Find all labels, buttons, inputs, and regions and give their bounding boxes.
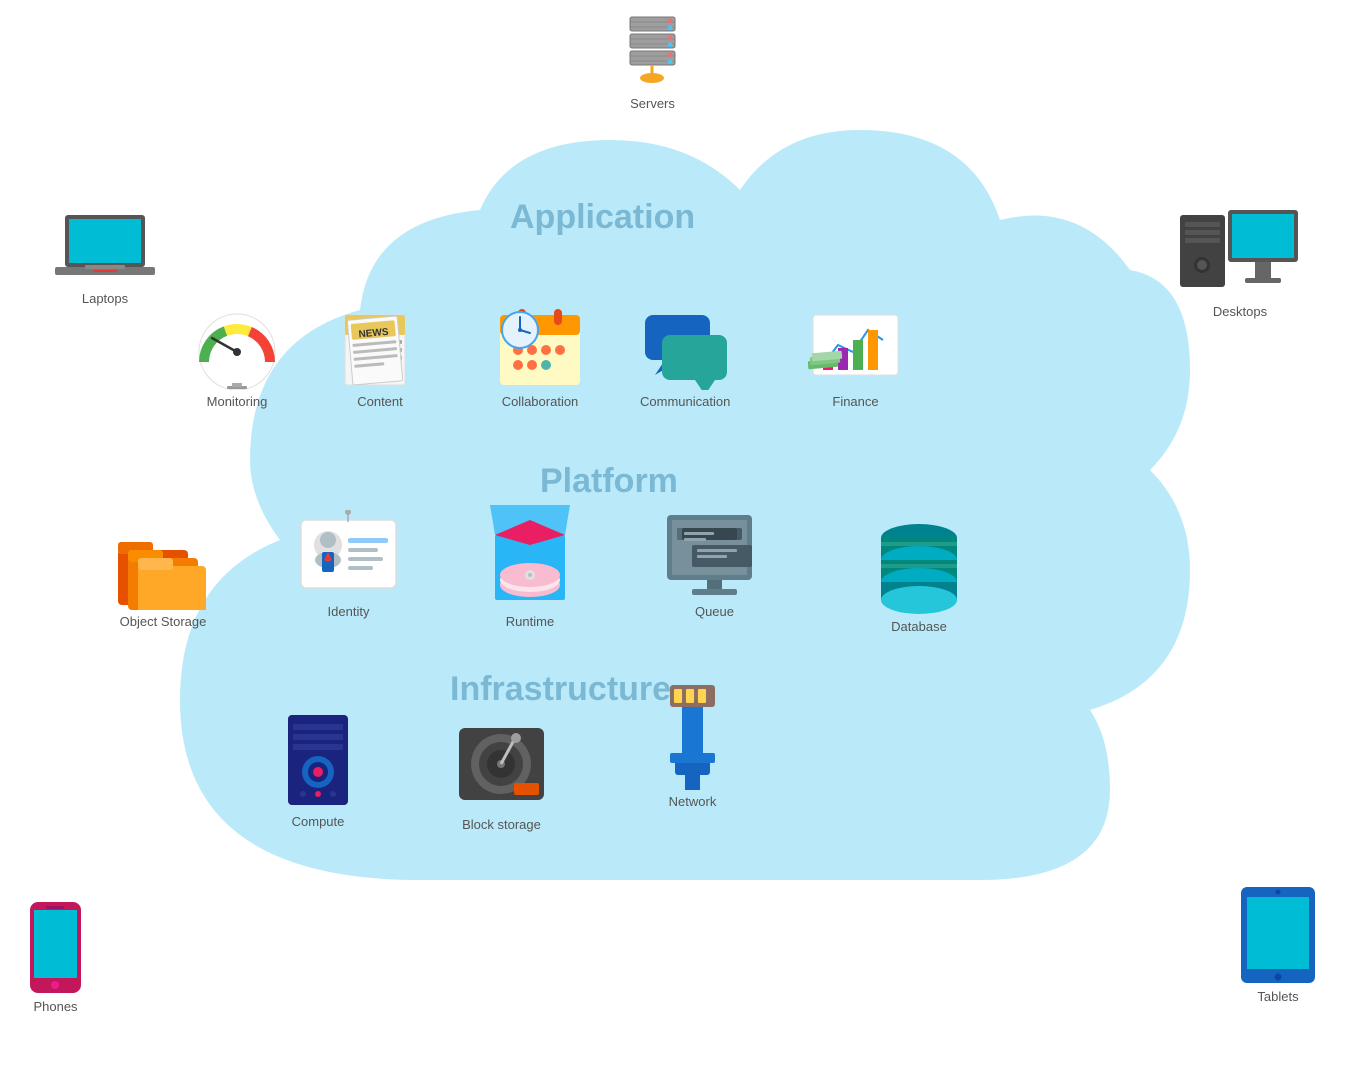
finance-icon — [808, 310, 903, 390]
content-item: NEWS NEWS Content — [340, 310, 420, 409]
identity-item: Identity — [296, 510, 401, 619]
application-label: Application — [510, 198, 695, 237]
collaboration-item: Collaboration — [490, 295, 590, 409]
monitoring-item: Monitoring — [192, 310, 282, 409]
block-storage-icon — [454, 718, 549, 813]
database-icon — [874, 520, 964, 615]
laptops-item: Laptops — [55, 215, 155, 306]
servers-icon — [620, 12, 685, 92]
communication-item: Communication — [640, 310, 730, 409]
collaboration-icon — [490, 295, 590, 390]
phones-icon — [28, 900, 83, 995]
content-icon: NEWS NEWS — [340, 310, 420, 390]
tablets-item: Tablets — [1239, 885, 1317, 1004]
compute-icon — [278, 710, 358, 810]
monitoring-icon — [192, 310, 282, 390]
identity-icon — [296, 510, 401, 600]
platform-label: Platform — [540, 462, 678, 501]
communication-icon — [640, 310, 730, 390]
network-item: Network — [660, 685, 725, 809]
object-storage-icon — [118, 530, 208, 610]
finance-item: Finance — [808, 310, 903, 409]
phones-item: Phones — [28, 900, 83, 1014]
runtime-icon — [480, 500, 580, 610]
infrastructure-label: Infrastructure — [450, 670, 671, 709]
runtime-item: Runtime — [480, 500, 580, 629]
tablets-icon — [1239, 885, 1317, 985]
servers-item: Servers — [620, 12, 685, 111]
database-item: Database — [874, 520, 964, 634]
network-icon — [660, 685, 725, 790]
object-storage-item: Object Storage — [118, 530, 208, 629]
block-storage-item: Block storage — [454, 718, 549, 832]
laptops-icon — [55, 215, 155, 287]
desktops-icon — [1180, 210, 1300, 300]
compute-item: Compute — [278, 710, 358, 829]
queue-item: Queue — [662, 510, 767, 619]
desktops-item: Desktops — [1180, 210, 1300, 319]
queue-icon — [662, 510, 767, 600]
